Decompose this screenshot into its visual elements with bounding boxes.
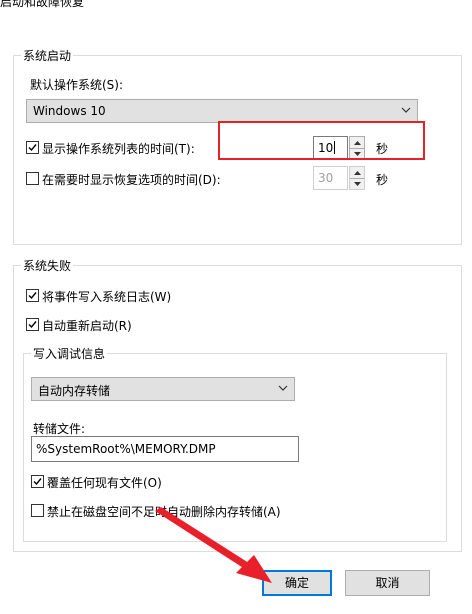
show-os-list-label: 显示操作系统列表的时间(T): <box>42 142 195 156</box>
dump-type-value: 自动内存转储 <box>38 384 111 398</box>
show-recovery-time-input[interactable]: 30 <box>313 166 348 190</box>
show-recovery-time-value: 30 <box>318 171 334 185</box>
chevron-down-icon <box>401 107 411 113</box>
show-recovery-checkbox[interactable] <box>26 172 39 185</box>
debug-info-group-label: 写入调试信息 <box>31 345 108 362</box>
system-startup-group-label: 系统启动 <box>21 47 74 64</box>
disable-auto-delete-checkbox[interactable] <box>31 504 44 517</box>
caret-up-icon <box>353 170 361 175</box>
arrow-annotation-icon <box>155 507 272 583</box>
checkmark-icon <box>28 321 37 329</box>
spin-down-button[interactable] <box>350 178 364 189</box>
checkmark-icon <box>28 144 37 152</box>
checkmark-icon <box>33 478 42 486</box>
dump-type-select[interactable]: 自动内存转储 <box>31 377 295 401</box>
cancel-button[interactable]: 取消 <box>345 570 430 596</box>
auto-restart-checkbox[interactable] <box>26 318 39 331</box>
write-event-checkbox[interactable] <box>26 289 39 302</box>
dump-file-input[interactable]: %SystemRoot%\MEMORY.DMP <box>31 436 299 462</box>
dump-file-value: %SystemRoot%\MEMORY.DMP <box>36 442 216 456</box>
default-os-label: 默认操作系统(S): <box>30 78 124 92</box>
show-os-list-checkbox[interactable] <box>26 141 39 154</box>
chevron-down-icon <box>278 385 288 391</box>
show-recovery-unit: 秒 <box>376 173 389 187</box>
default-os-select[interactable]: Windows 10 <box>26 99 418 123</box>
checkmark-icon <box>28 292 37 300</box>
overwrite-label: 覆盖任何现有文件(O) <box>47 476 162 490</box>
overwrite-checkbox[interactable] <box>31 475 44 488</box>
caret-down-icon <box>353 181 361 186</box>
show-recovery-spinner[interactable] <box>349 166 365 190</box>
default-os-value: Windows 10 <box>33 104 106 118</box>
write-event-label: 将事件写入系统日志(W) <box>42 290 172 304</box>
show-recovery-label: 在需要时显示恢复选项的时间(D): <box>42 173 221 187</box>
system-failure-group-label: 系统失败 <box>21 257 74 274</box>
auto-restart-label: 自动重新启动(R) <box>42 319 132 333</box>
dump-file-label: 转储文件: <box>33 422 86 436</box>
window-title: 启动和故障恢复 <box>0 0 85 9</box>
highlight-box <box>218 121 425 160</box>
